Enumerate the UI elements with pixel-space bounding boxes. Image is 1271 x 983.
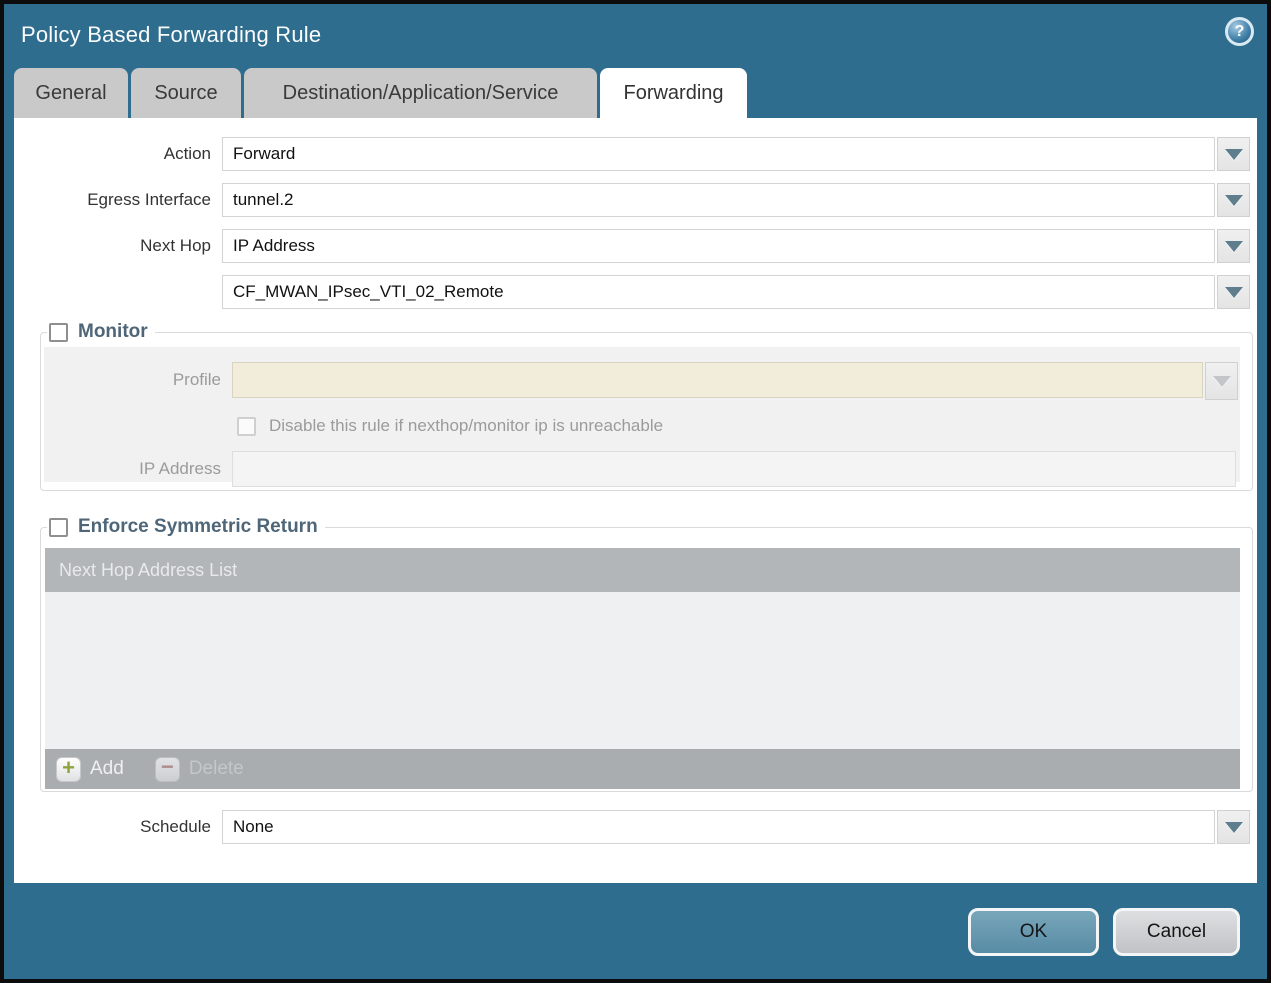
action-row: Action Forward <box>14 137 1257 171</box>
table-header-label: Next Hop Address List <box>59 560 237 581</box>
add-icon[interactable]: + <box>56 757 81 782</box>
forwarding-tab-panel: Action Forward Egress Interface tunnel.2… <box>14 118 1257 883</box>
tab-general[interactable]: General <box>14 68 128 118</box>
egress-interface-dropdown-button[interactable] <box>1217 183 1250 217</box>
next-hop-type-select[interactable]: IP Address <box>222 229 1215 263</box>
monitor-checkbox[interactable] <box>49 323 68 342</box>
monitor-ip-address-row: IP Address <box>44 451 1238 487</box>
disable-rule-row: Disable this rule if nexthop/monitor ip … <box>44 416 1238 436</box>
next-hop-address-select[interactable]: CF_MWAN_IPsec_VTI_02_Remote <box>222 275 1215 309</box>
table-footer: + Add − Delete <box>45 749 1240 789</box>
next-hop-dropdown-button[interactable] <box>1217 229 1250 263</box>
next-hop-label: Next Hop <box>14 229 222 263</box>
tab-label: Forwarding <box>623 82 723 105</box>
tab-source[interactable]: Source <box>131 68 241 118</box>
delete-button: Delete <box>189 758 244 780</box>
table-header: Next Hop Address List <box>45 548 1240 592</box>
tab-destination-application-service[interactable]: Destination/Application/Service <box>244 68 597 118</box>
disable-rule-checkbox <box>237 417 256 436</box>
cancel-button[interactable]: Cancel <box>1113 908 1240 956</box>
enforce-symmetric-return-legend-label: Enforce Symmetric Return <box>78 516 318 538</box>
monitor-panel: Profile Disable this rule if nexthop/mon… <box>44 347 1240 482</box>
profile-select <box>232 362 1203 398</box>
monitor-ip-address-label: IP Address <box>44 451 232 487</box>
monitor-legend-label: Monitor <box>78 321 148 343</box>
ok-button[interactable]: OK <box>968 908 1099 956</box>
schedule-row: Schedule None <box>14 810 1257 844</box>
enforce-symmetric-return-section: Enforce Symmetric Return Next Hop Addres… <box>40 516 1253 792</box>
dialog-title: Policy Based Forwarding Rule <box>21 22 321 48</box>
schedule-select[interactable]: None <box>222 810 1215 844</box>
enforce-symmetric-return-legend: Enforce Symmetric Return <box>47 516 325 538</box>
profile-dropdown-button <box>1205 362 1238 400</box>
dialog-footer: OK Cancel <box>4 883 1267 979</box>
profile-row: Profile <box>44 362 1238 400</box>
action-select[interactable]: Forward <box>222 137 1215 171</box>
policy-based-forwarding-dialog: Policy Based Forwarding Rule ? General S… <box>0 0 1271 983</box>
schedule-label: Schedule <box>14 810 222 844</box>
monitor-legend: Monitor <box>47 321 155 343</box>
monitor-section: Monitor Profile Disable this rule if nex… <box>40 321 1253 491</box>
chevron-down-icon <box>1225 287 1243 298</box>
chevron-down-icon <box>1225 149 1243 160</box>
table-body-empty <box>45 592 1240 749</box>
help-icon[interactable]: ? <box>1225 17 1254 46</box>
tab-label: Source <box>154 82 217 105</box>
next-hop-address-dropdown-button[interactable] <box>1217 275 1250 309</box>
egress-interface-select[interactable]: tunnel.2 <box>222 183 1215 217</box>
tab-label: Destination/Application/Service <box>283 82 559 105</box>
tab-forwarding[interactable]: Forwarding <box>600 68 747 118</box>
titlebar: Policy Based Forwarding Rule ? <box>4 4 1267 68</box>
delete-icon: − <box>155 757 180 782</box>
tab-bar: General Source Destination/Application/S… <box>14 68 1257 118</box>
enforce-symmetric-return-checkbox[interactable] <box>49 518 68 537</box>
action-label: Action <box>14 137 222 171</box>
next-hop-address-row: CF_MWAN_IPsec_VTI_02_Remote <box>14 275 1257 309</box>
chevron-down-icon <box>1213 376 1231 387</box>
disable-rule-label: Disable this rule if nexthop/monitor ip … <box>269 416 663 436</box>
egress-interface-row: Egress Interface tunnel.2 <box>14 183 1257 217</box>
chevron-down-icon <box>1225 241 1243 252</box>
monitor-ip-address-input <box>232 451 1236 487</box>
tab-label: General <box>35 82 106 105</box>
action-dropdown-button[interactable] <box>1217 137 1250 171</box>
add-button[interactable]: Add <box>90 758 124 780</box>
profile-label: Profile <box>44 362 232 400</box>
help-glyph: ? <box>1235 23 1245 41</box>
next-hop-row: Next Hop IP Address <box>14 229 1257 263</box>
schedule-dropdown-button[interactable] <box>1217 810 1250 844</box>
next-hop-address-list-table: Next Hop Address List + Add − Delete <box>45 548 1240 789</box>
chevron-down-icon <box>1225 195 1243 206</box>
egress-interface-label: Egress Interface <box>14 183 222 217</box>
chevron-down-icon <box>1225 822 1243 833</box>
